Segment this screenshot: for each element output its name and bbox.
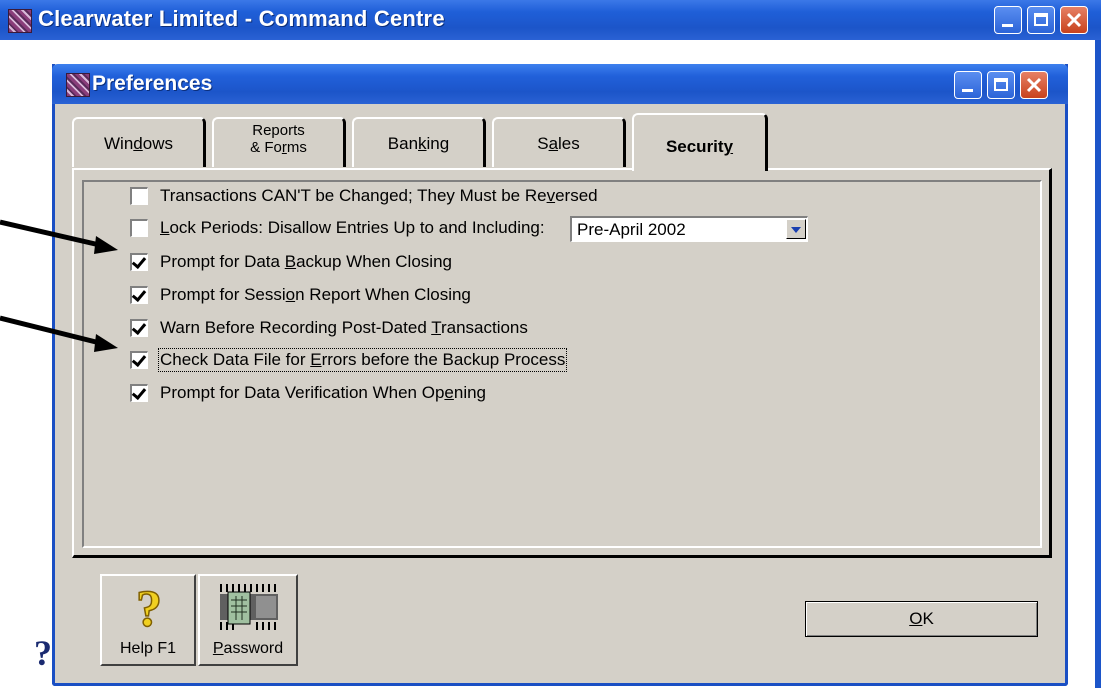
option-label: Check Data File for Errors before the Ba… [157, 348, 568, 372]
maximize-icon [994, 78, 1008, 91]
dialog-icon [66, 73, 90, 97]
password-keypad-icon [216, 582, 282, 632]
help-question-icon: ? [34, 633, 52, 673]
help-button[interactable]: ? Help F1 [100, 574, 196, 666]
option-label: Transactions CAN'T be Changed; They Must… [160, 186, 598, 205]
maximize-button[interactable] [1027, 6, 1055, 34]
checkbox-lock-periods[interactable] [130, 219, 148, 237]
checkbox-data-verification[interactable] [130, 384, 148, 402]
dialog-maximize-button[interactable] [987, 71, 1015, 99]
svg-text:?: ? [136, 582, 162, 634]
dropdown-arrow-icon[interactable] [786, 219, 806, 239]
option-label: Prompt for Data Backup When Closing [160, 252, 452, 271]
option-label: Prompt for Session Report When Closing [160, 285, 471, 304]
lock-period-select[interactable]: Pre-April 2002 [570, 216, 808, 242]
minimize-icon [962, 89, 973, 92]
tab-banking[interactable]: Banking [352, 117, 486, 167]
checkbox-transactions-reversed[interactable] [130, 187, 148, 205]
minimize-icon [1002, 24, 1013, 27]
option-label: Lock Periods: Disallow Entries Up to and… [160, 218, 545, 237]
checkbox-check-data-file[interactable] [130, 351, 148, 369]
checkbox-session-report[interactable] [130, 286, 148, 304]
tab-security[interactable]: Security [632, 113, 768, 171]
tab-reports-forms[interactable]: Reports & Forms [212, 117, 346, 167]
option-label: Prompt for Data Verification When Openin… [160, 383, 487, 402]
minimize-button[interactable] [994, 6, 1022, 34]
window-title: Clearwater Limited - Command Centre [38, 6, 445, 31]
app-icon [8, 9, 32, 33]
ok-button[interactable]: OK [805, 601, 1038, 637]
lock-period-value: Pre-April 2002 [577, 220, 686, 239]
close-icon [1026, 77, 1042, 93]
window-border [1095, 40, 1101, 688]
tab-label-line1: Reports [252, 122, 305, 139]
dialog-close-button[interactable] [1020, 71, 1048, 99]
checkbox-post-dated[interactable] [130, 319, 148, 337]
question-mark-icon: ? [135, 582, 163, 634]
close-icon [1066, 12, 1082, 28]
tab-sales[interactable]: Sales [492, 117, 626, 167]
password-button-label: Password [212, 640, 284, 657]
option-label: Warn Before Recording Post-Dated Transac… [160, 318, 528, 337]
help-button-label: Help F1 [119, 640, 177, 657]
dialog-title: Preferences [92, 72, 213, 95]
maximize-icon [1034, 13, 1048, 26]
dialog-minimize-button[interactable] [954, 71, 982, 99]
checkbox-prompt-backup[interactable] [130, 253, 148, 271]
password-button[interactable]: Password [198, 574, 298, 666]
tab-windows[interactable]: Windows [72, 117, 206, 167]
annotation-arrow-icon [0, 219, 118, 254]
close-button[interactable] [1060, 6, 1088, 34]
active-tab-join [634, 166, 765, 171]
annotation-arrow-icon [0, 315, 118, 352]
tab-security-label: Security [665, 137, 734, 156]
